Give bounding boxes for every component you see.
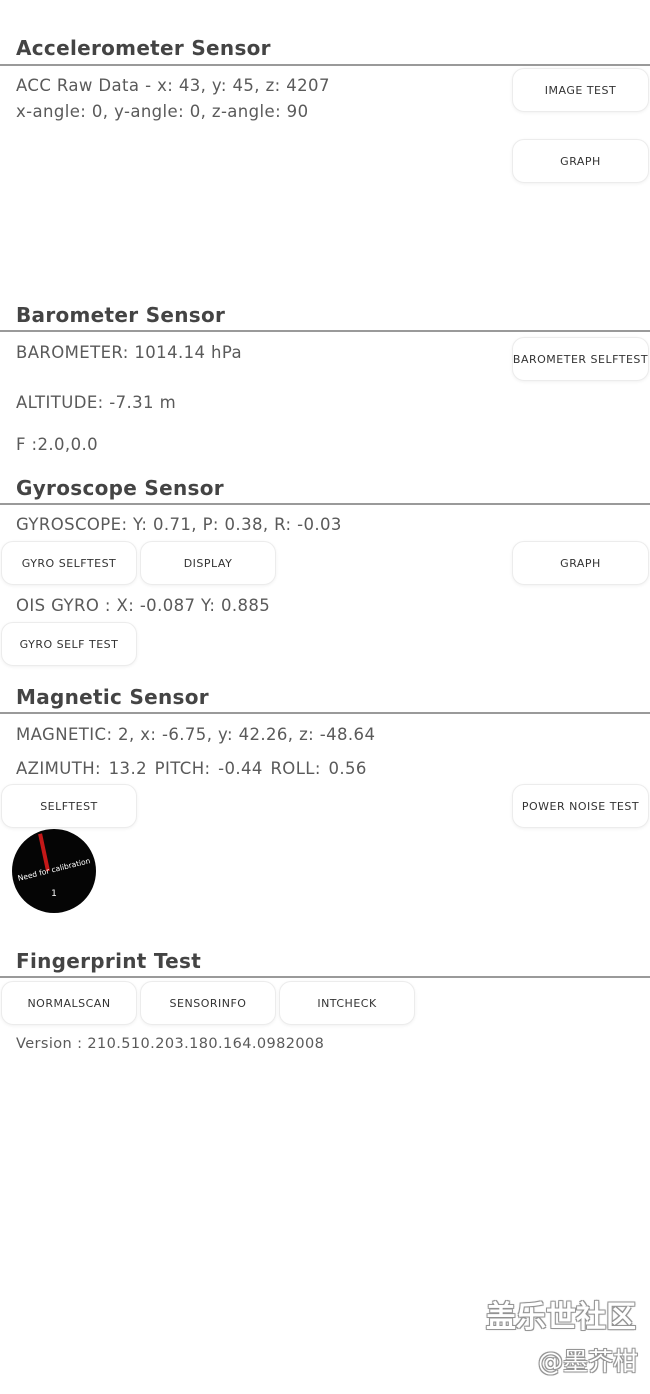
- orientation-reading: AZIMUTH: 13.2 PITCH: -0.44 ROLL: 0.56: [16, 759, 367, 778]
- calibration-value: 1: [51, 889, 57, 899]
- fingerprint-title: Fingerprint Test: [16, 949, 202, 973]
- accelerometer-title: Accelerometer Sensor: [16, 36, 271, 60]
- image-test-button[interactable]: IMAGE TEST: [512, 68, 649, 112]
- normalscan-button[interactable]: NORMALSCAN: [1, 981, 137, 1025]
- gyroscope-title: Gyroscope Sensor: [16, 476, 224, 500]
- barometer-title: Barometer Sensor: [16, 303, 226, 327]
- acc-raw-data: ACC Raw Data - x: 43, y: 45, z: 4207: [16, 76, 330, 95]
- intcheck-button[interactable]: INTCHECK: [279, 981, 415, 1025]
- fingerprint-divider: [0, 976, 650, 978]
- accelerometer-divider: [0, 64, 650, 66]
- ois-gyro-reading: OIS GYRO : X: -0.087 Y: 0.885: [16, 596, 271, 615]
- magnetic-selftest-button[interactable]: SELFTEST: [1, 784, 137, 828]
- gyro-display-button[interactable]: DISPLAY: [140, 541, 276, 585]
- barometer-divider: [0, 330, 650, 332]
- gyroscope-divider: [0, 503, 650, 505]
- power-noise-test-button[interactable]: POWER NOISE TEST: [512, 784, 649, 828]
- f-value: F :2.0,0.0: [16, 435, 99, 454]
- barometer-reading: BAROMETER: 1014.14 hPa: [16, 343, 243, 362]
- altitude-reading: ALTITUDE: -7.31 m: [16, 393, 177, 412]
- acc-angles: x-angle: 0, y-angle: 0, z-angle: 90: [16, 102, 309, 121]
- fingerprint-version: Version : 210.510.203.180.164.0982008: [16, 1036, 325, 1052]
- gyro-graph-button[interactable]: GRAPH: [512, 541, 649, 585]
- magnetic-divider: [0, 712, 650, 714]
- gyro-self-test-button[interactable]: GYRO SELF TEST: [1, 622, 137, 666]
- gyroscope-reading: GYROSCOPE: Y: 0.71, P: 0.38, R: -0.03: [16, 515, 342, 534]
- calibration-text: Need for calibration: [16, 856, 92, 883]
- author-watermark: @墨芥柑: [537, 1347, 638, 1376]
- barometer-selftest-button[interactable]: BAROMETER SELFTEST: [512, 337, 649, 381]
- community-watermark: 盖乐世社区: [486, 1300, 636, 1335]
- compass-dial: Need for calibration 1: [12, 829, 96, 913]
- acc-graph-button[interactable]: GRAPH: [512, 139, 649, 183]
- sensorinfo-button[interactable]: SENSORINFO: [140, 981, 276, 1025]
- magnetic-reading: MAGNETIC: 2, x: -6.75, y: 42.26, z: -48.…: [16, 725, 376, 744]
- magnetic-title: Magnetic Sensor: [16, 685, 209, 709]
- gyro-selftest-button[interactable]: GYRO SELFTEST: [1, 541, 137, 585]
